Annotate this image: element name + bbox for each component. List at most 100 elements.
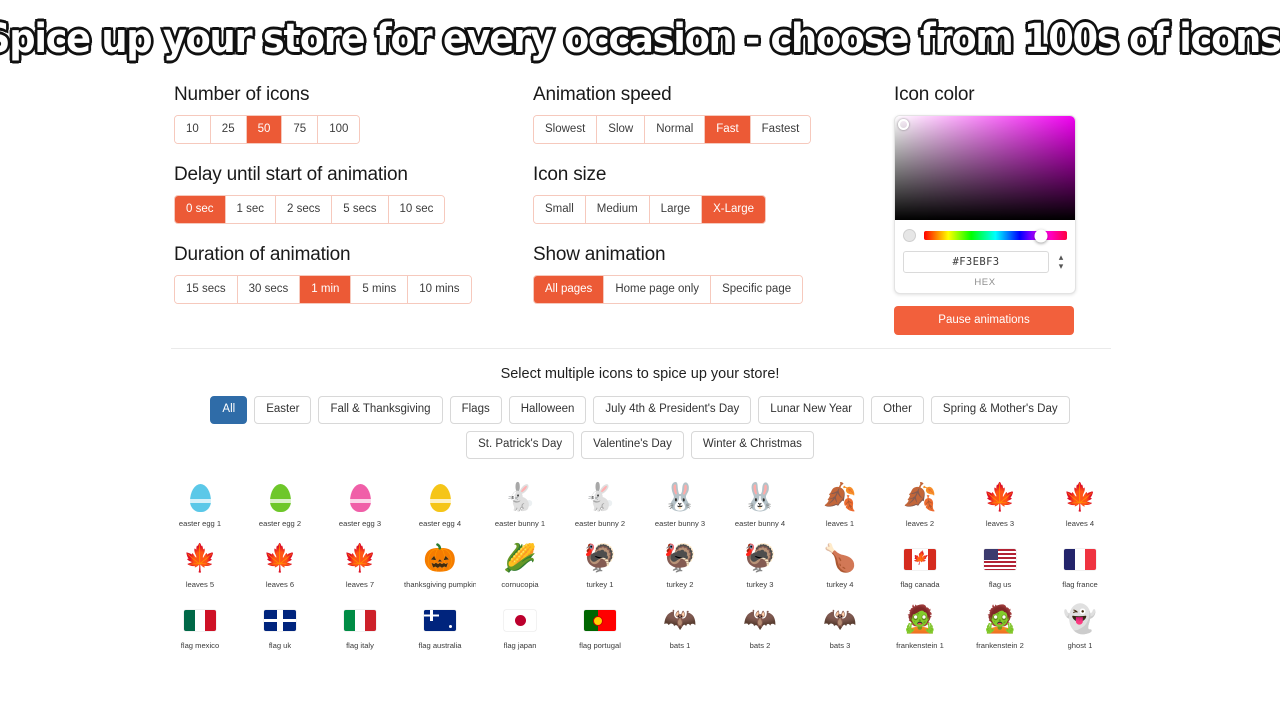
category-tab[interactable]: Flags (449, 396, 502, 424)
segment-option[interactable]: Slow (597, 116, 646, 143)
segment-option[interactable]: Small (534, 196, 586, 223)
alpha-swatch-icon[interactable] (903, 229, 916, 242)
icon-grid-item[interactable]: flag mexico (160, 603, 240, 650)
icon-grid-item[interactable]: 🍁 leaves 6 (240, 542, 320, 589)
icon-grid-item[interactable]: easter egg 1 (160, 481, 240, 528)
icon-grid-item[interactable]: 🦃 turkey 3 (720, 542, 800, 589)
segment-option[interactable]: Slowest (534, 116, 598, 143)
icon-grid-item[interactable]: 🍂 leaves 2 (880, 481, 960, 528)
delay-segmented-control[interactable]: 0 sec 1 sec 2 secs 5 secs 10 sec (174, 195, 446, 224)
category-tab[interactable]: All (210, 396, 248, 424)
segment-option[interactable]: 1 min (300, 276, 352, 303)
segment-option[interactable]: 75 (282, 116, 319, 143)
icon-grid-item[interactable]: 🌽 cornucopia (480, 542, 560, 589)
icon-grid-item[interactable]: flag australia (400, 603, 480, 650)
hex-input[interactable]: #F3EBF3 (903, 251, 1049, 273)
icon-grid-item[interactable]: 🦃 turkey 2 (640, 542, 720, 589)
segment-option[interactable]: X-Large (702, 196, 766, 223)
show-animation-segmented-control[interactable]: All pages Home page only Specific page (533, 275, 804, 304)
icon-grid-item[interactable]: 🐇 easter bunny 1 (480, 481, 560, 528)
color-format-label: HEX (974, 277, 996, 288)
icon-grid-item[interactable]: flag italy (320, 603, 400, 650)
segment-option[interactable]: 1 sec (225, 196, 276, 223)
icon-grid-item[interactable]: flag japan (480, 603, 560, 650)
category-tab[interactable]: July 4th & President's Day (593, 396, 752, 424)
icon-size-segmented-control[interactable]: Small Medium Large X-Large (533, 195, 767, 224)
icon-chooser: Select multiple icons to spice up your s… (0, 342, 1280, 650)
icon-grid-item[interactable]: 🦇 bats 3 (800, 603, 880, 650)
chevron-down-icon[interactable]: ▾ (1059, 262, 1064, 271)
icon-grid-item[interactable]: 🐰 easter bunny 3 (640, 481, 720, 528)
icon-grid-item[interactable]: easter egg 2 (240, 481, 320, 528)
category-tab[interactable]: Valentine's Day (581, 431, 684, 459)
segment-option[interactable]: 0 sec (175, 196, 226, 223)
segment-option[interactable]: 50 (246, 116, 283, 143)
icon-grid-item[interactable]: 🧟 frankenstein 2 (960, 603, 1040, 650)
icon-grid-item[interactable]: 🍁 leaves 4 (1040, 481, 1120, 528)
color-picker[interactable]: #F3EBF3 ▴ ▾ HEX (894, 115, 1076, 294)
chevron-up-icon[interactable]: ▴ (1059, 253, 1064, 262)
saturation-handle[interactable] (898, 119, 909, 130)
setting-label: Show animation (533, 244, 666, 265)
icon-grid-item[interactable]: flag us (960, 542, 1040, 589)
segment-option[interactable]: 100 (318, 116, 360, 143)
icon-grid-item[interactable]: 🍁 leaves 3 (960, 481, 1040, 528)
icon-label: easter bunny 1 (494, 519, 546, 528)
segment-option[interactable]: Home page only (604, 276, 712, 303)
segment-option[interactable]: Large (649, 196, 703, 223)
hue-slider[interactable] (924, 229, 1067, 242)
hue-handle[interactable] (1034, 229, 1048, 242)
icon-grid-item[interactable]: 🦇 bats 1 (640, 603, 720, 650)
segment-option[interactable]: 2 secs (276, 196, 333, 223)
animation-speed-segmented-control[interactable]: Slowest Slow Normal Fast Fastest (533, 115, 812, 144)
duration-segmented-control[interactable]: 15 secs 30 secs 1 min 5 mins 10 mins (174, 275, 472, 304)
segment-option[interactable]: 5 mins (351, 276, 409, 303)
icon-grid-item[interactable]: easter egg 3 (320, 481, 400, 528)
pause-animations-button[interactable]: Pause animations (894, 306, 1074, 335)
segment-option[interactable]: 30 secs (237, 276, 301, 303)
number-of-icons-segmented-control[interactable]: 10 25 50 75 100 (174, 115, 361, 144)
segment-option[interactable]: 15 secs (175, 276, 238, 303)
icon-grid-item[interactable]: 🍁 leaves 7 (320, 542, 400, 589)
segment-option[interactable]: 5 secs (332, 196, 389, 223)
saturation-value-panel[interactable] (895, 116, 1075, 220)
icon-grid-item[interactable]: flag france (1040, 542, 1120, 589)
category-tab[interactable]: Winter & Christmas (690, 431, 814, 459)
setting-label: Animation speed (533, 84, 672, 105)
category-tab[interactable]: Spring & Mother's Day (930, 396, 1070, 424)
icon-grid-item[interactable]: 👻 ghost 1 (1040, 603, 1120, 650)
category-tab[interactable]: Easter (254, 396, 312, 424)
icon-grid-item[interactable]: flag uk (240, 603, 320, 650)
icon-grid-item[interactable]: 🍂 leaves 1 (800, 481, 880, 528)
icon-grid-item[interactable]: 🐰 easter bunny 4 (720, 481, 800, 528)
setting-icon-size: Icon size Small Medium Large X-Large (533, 164, 811, 224)
segment-option[interactable]: Medium (585, 196, 650, 223)
category-tab[interactable]: Other (871, 396, 924, 424)
icon-grid-item[interactable]: 🐇 easter bunny 2 (560, 481, 640, 528)
segment-option[interactable]: Fast (705, 116, 751, 143)
category-tab[interactable]: Fall & Thanksgiving (318, 396, 443, 424)
segment-option[interactable]: 10 (175, 116, 211, 143)
segment-option[interactable]: Specific page (711, 276, 803, 303)
segment-option[interactable]: 10 sec (388, 196, 445, 223)
format-stepper[interactable]: ▴ ▾ (1055, 253, 1067, 271)
icon-grid-item[interactable]: 🦇 bats 2 (720, 603, 800, 650)
icon-grid-item[interactable]: 🎃 thanksgiving pumpkin (400, 542, 480, 589)
icon-grid-item[interactable]: 🍁 flag canada (880, 542, 960, 589)
icon-grid-item[interactable]: 🍁 leaves 5 (160, 542, 240, 589)
page-title: Spice up your store for every occasion -… (0, 14, 1280, 65)
icon-grid-item[interactable]: flag portugal (560, 603, 640, 650)
icon-grid-item[interactable]: easter egg 4 (400, 481, 480, 528)
category-tab[interactable]: Lunar New Year (758, 396, 865, 424)
segment-option[interactable]: 10 mins (408, 276, 471, 303)
segment-option[interactable]: Fastest (750, 116, 811, 143)
setting-label: Icon size (533, 164, 607, 185)
icon-grid-item[interactable]: 🍗 turkey 4 (800, 542, 880, 589)
segment-option[interactable]: All pages (534, 276, 605, 303)
icon-grid-item[interactable]: 🧟 frankenstein 1 (880, 603, 960, 650)
category-tab[interactable]: Halloween (508, 396, 587, 424)
segment-option[interactable]: Normal (645, 116, 706, 143)
category-tab[interactable]: St. Patrick's Day (466, 431, 575, 459)
icon-grid-item[interactable]: 🦃 turkey 1 (560, 542, 640, 589)
segment-option[interactable]: 25 (210, 116, 247, 143)
